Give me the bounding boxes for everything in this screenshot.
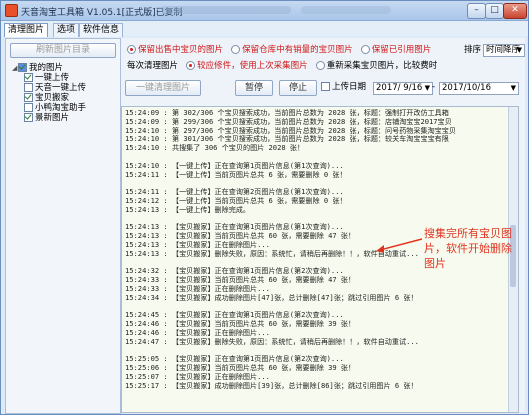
tree-item-one-click-upload[interactable]: 一键上传 [12, 73, 120, 83]
tab-software-info[interactable]: 软件信息 [79, 23, 123, 37]
log-line: 15:24:10 : 第 301/306 个宝贝搜索成功，当前图片总数为 202… [125, 135, 449, 143]
log-line: 15:24:13 : 【宝贝搬家】正在查询第1页图片信息(第1次查询)... [125, 223, 344, 231]
tree-item-move-items[interactable]: 宝贝搬家 [12, 93, 120, 103]
minimize-button[interactable]: – [467, 3, 486, 19]
clean-mode-row: 每次清理图片 较应修件，使用上次采集图片 重新采集宝贝图片，比较费时 [127, 60, 437, 72]
tree-checkbox[interactable] [24, 93, 33, 102]
option-retain-warehouse-sold[interactable]: 保留仓库中有销量的宝贝图片 [231, 45, 353, 55]
window-title: 天音淘宝工具箱 V1.05.1[正式版]已复制 [21, 5, 183, 18]
radio-button[interactable] [316, 61, 325, 70]
log-output[interactable]: 15:24:09 : 第 302/306 个宝贝搜索成功，当前图片总数为 202… [121, 106, 519, 413]
log-line: 15:24:34 : 【宝贝搬家】成功删除图片[47]张，总计删除[47]张；跳… [125, 294, 418, 302]
tree-checkbox[interactable] [24, 83, 33, 92]
main-panel: 保留出售中宝贝的图片 保留仓库中有销量的宝贝图片 保留已引用图片 排序 时间降序… [121, 38, 525, 412]
log-line: 15:24:46 : 【宝贝搬家】当前页图片总共 60 张，需要删除 39 张！ [125, 320, 355, 328]
close-button[interactable]: ✕ [503, 3, 527, 19]
log-line: 15:24:09 : 第 302/306 个宝贝搜索成功，当前图片总数为 202… [125, 109, 449, 117]
sort-select[interactable]: 时间降序▼ [483, 44, 525, 57]
sort-label: 排序 [464, 44, 481, 56]
log-line: 15:25:05 : 【宝贝搬家】正在查询第1页图片信息(第2次查询)... [125, 355, 344, 363]
radio-button[interactable] [361, 45, 370, 54]
date-to-picker[interactable]: 2017/10/16▼ [439, 82, 519, 95]
sidebar: 刷新图片目录 ◢我的图片 一键上传 天音一键上传 宝贝搬家 小鸭淘宝助手 景新图… [5, 38, 121, 414]
date-from-picker[interactable]: 2017/ 9/16▼ [373, 82, 433, 95]
tree-item-new-images[interactable]: 景新图片 [12, 113, 120, 123]
folder-tree: ◢我的图片 一键上传 天音一键上传 宝贝搬家 小鸭淘宝助手 景新图片 [12, 63, 120, 123]
radio-button[interactable] [127, 45, 136, 54]
tree-checkbox[interactable] [24, 103, 33, 112]
log-line: 15:25:07 : 【宝贝搬家】正在删除图片... [125, 373, 270, 381]
radio-button[interactable] [186, 61, 195, 70]
one-click-clean-button[interactable]: 一键清理图片 [125, 80, 201, 96]
tree-item-label: 天音一键上传 [35, 83, 86, 93]
option-use-last-collected[interactable]: 较应修件，使用上次采集图片 [186, 61, 308, 71]
maximize-button[interactable]: □ [485, 3, 504, 19]
log-line: 15:24:09 : 第 299/306 个宝贝搜索成功，当前图片总数为 202… [125, 118, 452, 126]
log-line: 15:24:10 : 共搜集了 306 个宝贝的图片 2028 张！ [125, 144, 304, 152]
annotation-callout: 搜集完所有宝贝图片，软件开始删除图片 [424, 226, 516, 271]
pause-button[interactable]: 暂停 [235, 80, 273, 96]
upload-date-filter[interactable]: 上传日期 [321, 82, 366, 93]
log-line: 15:24:10 : 第 297/306 个宝贝搜索成功，当前图片总数为 202… [125, 127, 456, 135]
date-range-separator: - [432, 82, 435, 93]
log-line: 15:24:12 : 【一键上传】当前页图片总共 6 张，需要删除 0 张！ [125, 197, 347, 205]
upload-date-checkbox[interactable] [321, 82, 330, 91]
log-line: 15:24:13 : 【一键上传】删除完成。 [125, 206, 250, 214]
tree-item-label: 景新图片 [35, 113, 69, 123]
log-line: 15:24:13 : 【宝贝搬家】当前页图片总共 60 张，需要删除 47 张！ [125, 232, 355, 240]
tree-item-label: 我的图片 [29, 63, 63, 73]
chevron-down-icon: ▼ [511, 83, 516, 94]
stop-button[interactable]: 停止 [279, 80, 317, 96]
radio-button[interactable] [231, 45, 240, 54]
tree-item-label: 小鸭淘宝助手 [35, 103, 86, 113]
tree-item-label: 宝贝搬家 [35, 93, 69, 103]
tree-item-label: 一键上传 [35, 73, 69, 83]
chevron-down-icon: ▼ [425, 83, 430, 94]
tab-options[interactable]: 选项 [53, 23, 79, 37]
log-line: 15:24:10 : 【一键上传】正在查询第1页图片信息(第1次查询)... [125, 162, 344, 170]
log-line: 15:24:32 : 【宝贝搬家】正在查询第1页图片信息(第2次查询)... [125, 267, 344, 275]
app-logo-icon [5, 4, 18, 17]
log-line: 15:24:13 : 【宝贝搬家】正在删除图片... [125, 241, 270, 249]
log-line: 15:24:45 : 【宝贝搬家】正在查询第1页图片信息(第2次查询)... [125, 311, 344, 319]
option-retain-on-sale[interactable]: 保留出售中宝贝的图片 [127, 45, 223, 55]
log-line: 15:24:46 : 【宝贝搬家】正在删除图片... [125, 329, 270, 337]
tab-clean-images[interactable]: 清理图片 [4, 23, 48, 37]
log-line: 15:25:17 : 【宝贝搬家】成功删除图片[39]张，总计删除[86]张；跳… [125, 382, 418, 390]
log-line: 15:24:11 : 【一键上传】当前页图片总共 6 张，需要删除 0 张！ [125, 171, 347, 179]
app-window: 天音淘宝工具箱 V1.05.1[正式版]已复制 – □ ✕ 清理图片 选项 软件… [0, 0, 529, 415]
retain-options-row: 保留出售中宝贝的图片 保留仓库中有销量的宝贝图片 保留已引用图片 [127, 44, 431, 56]
title-bar: 天音淘宝工具箱 V1.05.1[正式版]已复制 – □ ✕ [1, 1, 528, 21]
tree-checkbox[interactable] [24, 73, 33, 82]
option-recollect-images[interactable]: 重新采集宝贝图片，比较费时 [316, 61, 438, 71]
log-line: 15:25:06 : 【宝贝搬家】当前页图片总共 60 张，需要删除 39 张！ [125, 364, 355, 372]
log-line: 15:24:33 : 【宝贝搬家】正在删除图片... [125, 285, 270, 293]
tree-checkbox[interactable] [24, 113, 33, 122]
log-line: 15:24:11 : 【一键上传】正在查询第2页图片信息(第1次查询)... [125, 188, 344, 196]
refresh-directory-button[interactable]: 刷新图片目录 [10, 43, 116, 58]
option-retain-referenced[interactable]: 保留已引用图片 [361, 45, 432, 55]
tree-checkbox[interactable] [18, 63, 27, 72]
chevron-down-icon: ▼ [517, 45, 522, 56]
blurred-title-area [161, 6, 291, 14]
log-line: 15:24:47 : 【宝贝搬家】删除失败，原因：系统忙，请稍后再删除！！，软件… [125, 338, 419, 346]
annotation-arrow-icon [374, 235, 424, 255]
blurred-title-area-2 [301, 6, 391, 14]
log-line: 15:24:33 : 【宝贝搬家】当前页图片总共 60 张，需要删除 47 张！ [125, 276, 355, 284]
